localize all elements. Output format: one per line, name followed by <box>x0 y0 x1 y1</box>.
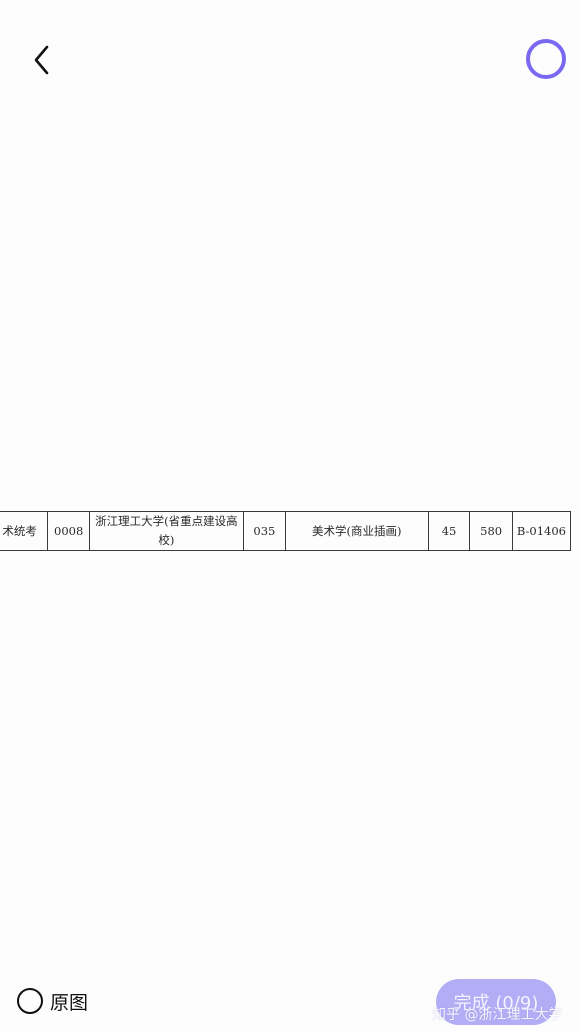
school-code-cell: 0008 <box>47 511 91 551</box>
rank-code-cell: B-01406 <box>511 511 572 551</box>
watermark: 知乎 @浙江理工大学 <box>432 1007 563 1023</box>
score-table: 术统考 0008 浙江理工大学(省重点建设高校) 035 美术学(商业插画) 4… <box>0 511 572 551</box>
school-name-cell: 浙江理工大学(省重点建设高校) <box>89 511 244 551</box>
chevron-left-icon <box>34 45 49 75</box>
radio-circle-icon <box>17 988 43 1014</box>
major-name-cell: 美术学(商业插画) <box>285 511 429 551</box>
original-image-label: 原图 <box>50 991 89 1014</box>
select-image-toggle[interactable] <box>526 39 566 79</box>
plan-count-cell: 45 <box>427 511 471 551</box>
photo-preview: 术统考 0008 浙江理工大学(省重点建设高校) 035 美术学(商业插画) 4… <box>0 508 580 554</box>
major-code-cell: 035 <box>242 511 287 551</box>
exam-type-cell: 术统考 <box>0 511 49 551</box>
table-row: 术统考 0008 浙江理工大学(省重点建设高校) 035 美术学(商业插画) 4… <box>0 511 572 551</box>
original-image-toggle[interactable]: 原图 <box>17 987 88 1015</box>
score-cell: 580 <box>469 511 513 551</box>
back-button[interactable] <box>22 38 62 82</box>
image-preview-screen: 术统考 0008 浙江理工大学(省重点建设高校) 035 美术学(商业插画) 4… <box>0 0 580 1031</box>
